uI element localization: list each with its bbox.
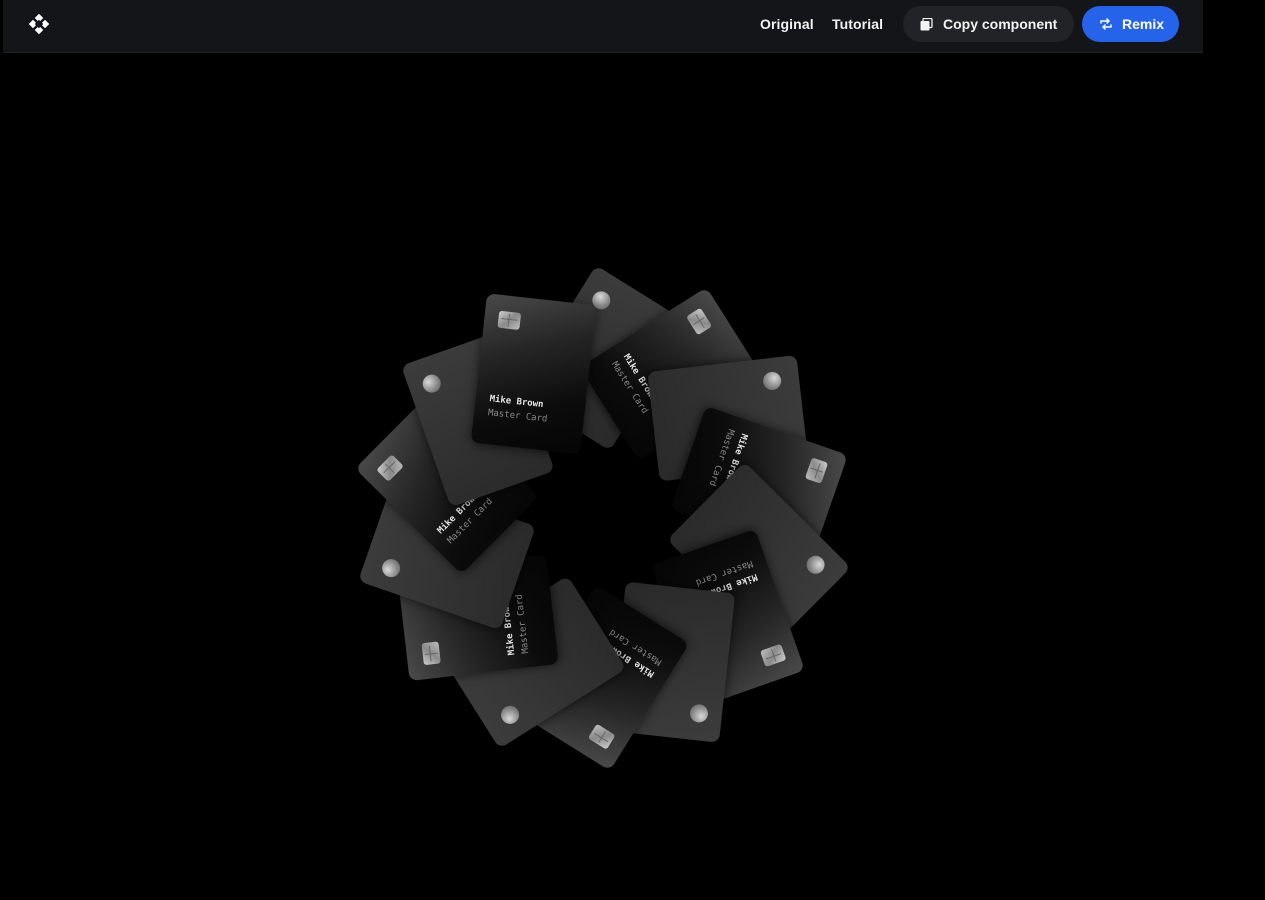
card-chip-icon [421, 641, 441, 666]
remix-icon [1100, 18, 1112, 30]
card-hologram-icon [497, 702, 523, 728]
card-carousel-stage: Mike Brown Master Card Mike Brown Master Ca… [0, 0, 1265, 900]
card-chip-icon [759, 643, 787, 668]
nav-tutorial-link[interactable]: Tutorial [832, 0, 883, 48]
copy-component-label: Copy component [943, 16, 1058, 32]
card-holder-name: Mike Brown [488, 394, 544, 411]
card-chip-icon [804, 457, 829, 484]
card-hologram-icon [762, 370, 783, 391]
remix-button[interactable]: Remix [1082, 6, 1179, 42]
card-hologram-icon [379, 556, 403, 580]
nav-original-link[interactable]: Original [760, 0, 814, 48]
card-hologram-icon [802, 552, 829, 578]
card-chip-icon [587, 723, 616, 750]
copy-component-button[interactable]: Copy component [903, 6, 1074, 42]
copy-icon [920, 17, 933, 30]
remix-label: Remix [1122, 16, 1165, 32]
card-chip-icon [376, 454, 404, 482]
card-type-label: Master Card [514, 593, 532, 655]
card-chip-icon [497, 310, 522, 331]
card-hologram-icon [689, 703, 709, 724]
credit-card-front: Mike Brown Master Card [470, 293, 597, 455]
card-hologram-icon [420, 372, 444, 396]
diamond-cluster-logo-icon[interactable] [27, 14, 51, 38]
card-chip-icon [686, 307, 713, 336]
top-navigation-bar: Original Tutorial Copy component Remix [3, 0, 1203, 53]
card-type-label: Master Card [487, 408, 548, 425]
